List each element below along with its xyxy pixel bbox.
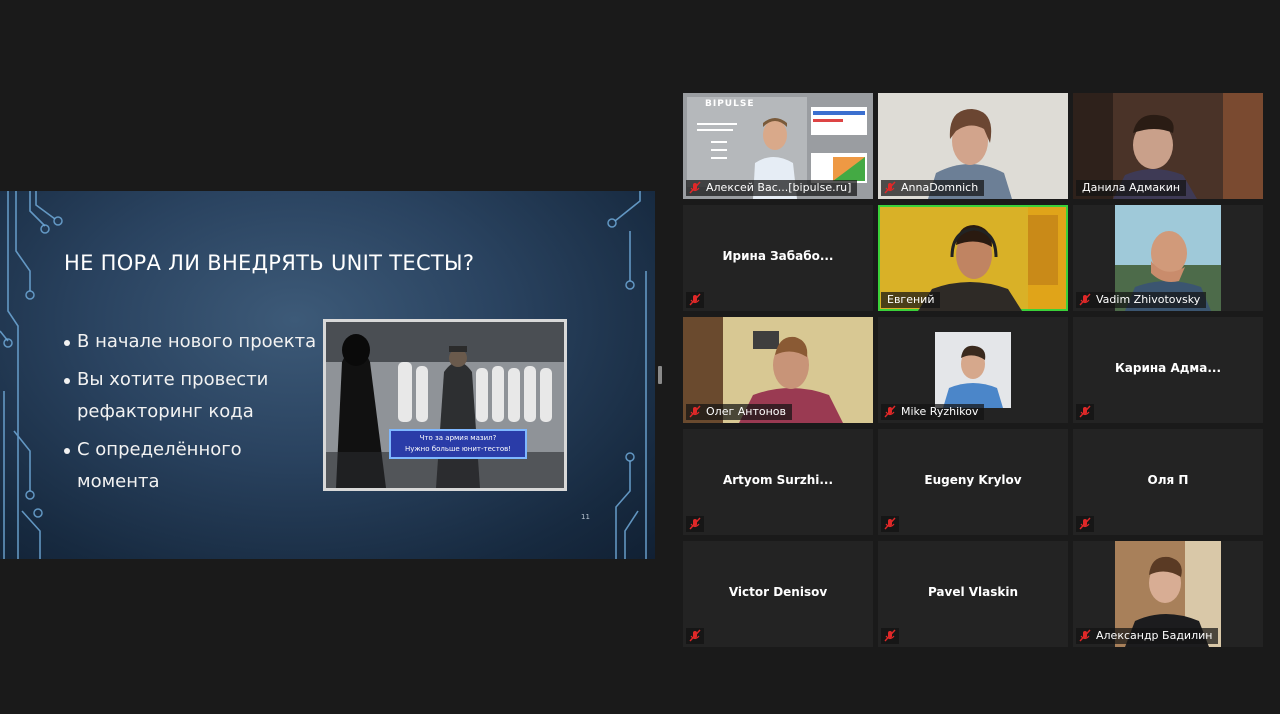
participant-name: Данила Адмакин — [1082, 181, 1181, 194]
slide-bullet: В начале нового проекта — [64, 326, 324, 358]
split-view-drag-handle[interactable] — [658, 366, 662, 384]
participant-name: Victor Denisov — [728, 585, 828, 599]
participant-tile-active-speaker[interactable]: Евгений — [878, 205, 1068, 311]
mic-muted-icon — [884, 629, 896, 642]
mic-muted-icon — [884, 517, 896, 530]
participant-tile[interactable]: Александр Бадилин — [1073, 541, 1263, 647]
mic-muted-icon — [689, 405, 701, 418]
participant-avatar-icon — [935, 332, 1011, 408]
slide-bullet: С определённого момента — [64, 434, 324, 498]
participant-name-tag: Алексей Вас...[bipulse.ru] — [686, 180, 858, 196]
mic-muted-icon — [689, 181, 701, 194]
participant-tile[interactable]: Ирина Забабо... — [683, 205, 873, 311]
participant-tile[interactable]: Vadim Zhivotovsky — [1073, 205, 1263, 311]
participant-name-tag: Vadim Zhivotovsky — [1076, 292, 1207, 308]
slide-meme-image: Что за армия мазил? Нужно больше юнит-те… — [323, 319, 567, 491]
participant-tile[interactable]: AnnaDomnich — [878, 93, 1068, 199]
participant-tile[interactable]: Карина Адма... — [1073, 317, 1263, 423]
mute-indicator — [686, 292, 704, 308]
participant-name: Карина Адма... — [1114, 361, 1222, 375]
participant-name: Ирина Забабо... — [722, 249, 834, 263]
participant-tile[interactable]: Олег Антонов — [683, 317, 873, 423]
participant-tile[interactable]: Mike Ryzhikov — [878, 317, 1068, 423]
participant-name: Алексей Вас...[bipulse.ru] — [706, 181, 852, 194]
participant-name: Artyom Surzhi... — [722, 473, 834, 487]
mute-indicator — [686, 628, 704, 644]
participant-name: Pavel Vlaskin — [927, 585, 1019, 599]
participant-tile[interactable]: Victor Denisov — [683, 541, 873, 647]
participant-tile[interactable]: Данила Адмакин — [1073, 93, 1263, 199]
meme-caption-line: Что за армия мазил? — [419, 434, 497, 442]
participant-name: Eugeny Krylov — [924, 473, 1022, 487]
mic-muted-icon — [689, 517, 701, 530]
mic-muted-icon — [1079, 405, 1091, 418]
meme-caption-line: Нужно больше юнит-тестов! — [404, 445, 512, 453]
mute-indicator — [1076, 516, 1094, 532]
brand-logo: BIPULSE — [705, 99, 755, 109]
participant-name: AnnaDomnich — [901, 181, 979, 194]
mute-indicator — [881, 628, 899, 644]
shared-screen-slide: НЕ ПОРА ЛИ ВНЕДРЯТЬ UNIT ТЕСТЫ? В начале… — [0, 191, 655, 559]
mic-muted-icon — [884, 181, 896, 194]
mic-muted-icon — [884, 405, 896, 418]
participant-name: Олег Антонов — [706, 405, 786, 418]
mic-muted-icon — [1079, 629, 1091, 642]
participant-name: Оля П — [1147, 473, 1189, 487]
slide-bullet: Вы хотите провести рефакторинг кода — [64, 364, 324, 428]
mic-muted-icon — [1079, 293, 1091, 306]
mic-muted-icon — [689, 629, 701, 642]
mic-muted-icon — [1079, 517, 1091, 530]
participant-tile[interactable]: Eugeny Krylov — [878, 429, 1068, 535]
participant-name-tag: Mike Ryzhikov — [881, 404, 985, 420]
participant-name-tag: Евгений — [881, 292, 941, 308]
slide-page-number: 11 — [581, 513, 590, 521]
participant-name-tag: Александр Бадилин — [1076, 628, 1219, 644]
mute-indicator — [881, 516, 899, 532]
participant-name: Mike Ryzhikov — [901, 405, 979, 418]
participant-name-tag: AnnaDomnich — [881, 180, 985, 196]
participant-tile[interactable]: Artyom Surzhi... — [683, 429, 873, 535]
participant-name-tag: Олег Антонов — [686, 404, 792, 420]
slide-bullet-list: В начале нового проекта Вы хотите провес… — [64, 326, 324, 504]
participant-tile[interactable]: Pavel Vlaskin — [878, 541, 1068, 647]
participant-name: Александр Бадилин — [1096, 629, 1213, 642]
mute-indicator — [1076, 404, 1094, 420]
slide-title: НЕ ПОРА ЛИ ВНЕДРЯТЬ UNIT ТЕСТЫ? — [64, 251, 475, 275]
participant-tile[interactable]: Оля П — [1073, 429, 1263, 535]
participant-name: Евгений — [887, 293, 935, 306]
participant-tile[interactable]: BIPULSE Алексей Вас...[bipulse.ru] — [683, 93, 873, 199]
participant-name: Vadim Zhivotovsky — [1096, 293, 1201, 306]
meme-caption: Что за армия мазил? Нужно больше юнит-те… — [389, 429, 527, 459]
mute-indicator — [686, 516, 704, 532]
stormtroopers-scene-icon — [326, 322, 564, 488]
mic-muted-icon — [689, 293, 701, 306]
participant-name-tag: Данила Адмакин — [1076, 180, 1187, 196]
